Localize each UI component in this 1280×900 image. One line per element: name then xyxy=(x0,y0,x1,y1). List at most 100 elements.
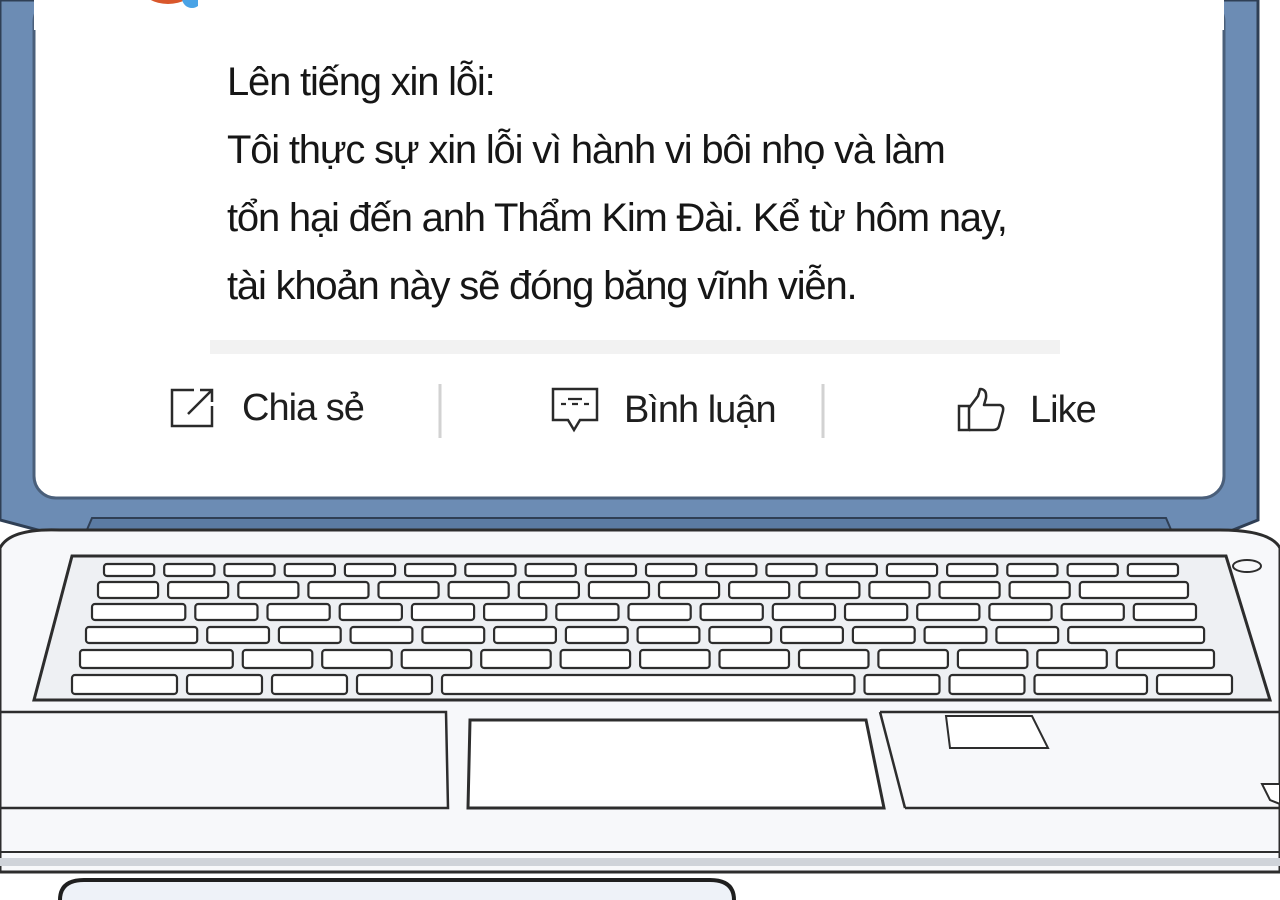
post-line: tổn hại đến anh Thẩm Kim Đài. Kể từ hôm … xyxy=(227,196,1008,240)
keyboard-key xyxy=(1155,673,1234,696)
keyboard-key xyxy=(1115,648,1216,670)
keyboard-key xyxy=(708,625,773,645)
comment-icon xyxy=(550,386,600,434)
verified-badge-icon xyxy=(182,0,198,8)
thumbs-up-icon xyxy=(956,386,1006,434)
keyboard-key xyxy=(705,562,758,578)
keyboard-key xyxy=(765,562,818,578)
keyboard-key xyxy=(798,580,861,600)
keyboard-key xyxy=(1132,602,1198,622)
keyboard-key xyxy=(727,580,791,600)
keyboard-key xyxy=(885,562,939,578)
keyboard-key xyxy=(627,602,692,622)
keyboard-key xyxy=(404,562,457,578)
keyboard-key xyxy=(483,602,548,622)
keyboard-key xyxy=(868,580,931,600)
keyboard-key xyxy=(421,625,486,645)
post-line: Tôi thực sự xin lỗi vì hành vi bôi nhọ v… xyxy=(227,128,946,172)
keyboard-key xyxy=(825,562,879,578)
post-line: Lên tiếng xin lỗi: xyxy=(227,60,496,104)
keyboard-key xyxy=(923,625,988,645)
keyboard-key xyxy=(638,648,711,670)
keyboard-key xyxy=(167,580,230,600)
keyboard-key xyxy=(270,673,349,696)
keyboard-key xyxy=(440,673,856,696)
keyboard-key xyxy=(90,602,187,622)
keyboard-key xyxy=(307,580,370,600)
next-panel-edge xyxy=(58,878,736,900)
keyboard-key xyxy=(584,562,638,578)
keyboard-key xyxy=(1060,602,1125,622)
keyboard-key xyxy=(163,562,216,578)
share-icon xyxy=(168,386,216,430)
keyboard-key xyxy=(699,602,764,622)
keyboard-key xyxy=(945,562,999,578)
keyboard-key xyxy=(1036,648,1108,670)
share-button[interactable]: Chia sẻ xyxy=(168,386,365,430)
keyboard-key xyxy=(355,673,434,696)
keyboard-key xyxy=(771,602,837,622)
keyboard-key xyxy=(1126,562,1180,578)
keyboard-key xyxy=(851,625,916,645)
keyboard-key xyxy=(185,673,264,696)
post-body: Lên tiếng xin lỗi: Tôi thực sự xin lỗi v… xyxy=(227,48,1127,320)
keyboard-key xyxy=(343,562,397,578)
keyboard-key xyxy=(70,673,179,696)
keyboard-key xyxy=(349,625,414,645)
keyboard-key xyxy=(877,648,950,670)
post-line: tài khoản này sẽ đóng băng vĩnh viễn. xyxy=(227,264,858,308)
comment-label: Bình luận xyxy=(624,388,777,431)
keyboard-key xyxy=(194,602,259,622)
avatar xyxy=(150,0,198,8)
keyboard-key xyxy=(237,580,300,600)
keyboard-key xyxy=(718,648,791,670)
keyboard-key xyxy=(480,648,552,670)
keyboard-key xyxy=(464,562,517,578)
keyboard-key xyxy=(1066,562,1119,578)
keyboard-key xyxy=(843,602,909,622)
keyboard-key xyxy=(524,562,577,578)
comment-button[interactable]: Bình luận xyxy=(550,386,777,434)
fingerprint-sensor xyxy=(944,715,1050,749)
keyboard-key xyxy=(223,562,276,578)
keyboard-key xyxy=(277,625,342,645)
keyboard-key xyxy=(863,673,941,696)
keyboard-key xyxy=(493,625,558,645)
like-label: Like xyxy=(1030,388,1097,431)
keyboard-key xyxy=(1008,580,1071,600)
keyboard-key xyxy=(410,602,476,622)
keyboard-key xyxy=(1067,625,1206,645)
keyboard-key xyxy=(559,648,632,670)
keyboard-key xyxy=(447,580,510,600)
keyboard-key xyxy=(657,580,721,600)
trackpad xyxy=(466,718,886,810)
keyboard-key xyxy=(241,648,314,670)
comic-panel: Lên tiếng xin lỗi: Tôi thực sự xin lỗi v… xyxy=(0,0,1280,900)
keyboard-key xyxy=(96,580,160,600)
keyboard-key xyxy=(377,580,440,600)
keyboard-key xyxy=(102,562,156,578)
keyboard-key xyxy=(338,602,404,622)
like-button[interactable]: Like xyxy=(956,386,1097,434)
keyboard-key xyxy=(948,673,1026,696)
keyboard-key xyxy=(988,602,1053,622)
keyboard-key xyxy=(1006,562,1059,578)
keyboard-key xyxy=(564,625,629,645)
keyboard-key xyxy=(779,625,844,645)
keyboard-key xyxy=(206,625,271,645)
keyboard-key xyxy=(1078,580,1190,600)
keyboard-key xyxy=(1033,673,1149,696)
keyboard-key xyxy=(321,648,393,670)
keyboard-key xyxy=(644,562,698,578)
keyboard-key xyxy=(555,602,620,622)
share-label: Chia sẻ xyxy=(242,386,365,429)
keyboard-key xyxy=(400,648,473,670)
keyboard-key xyxy=(636,625,701,645)
keyboard-key xyxy=(84,625,199,645)
keyboard-key xyxy=(995,625,1060,645)
keyboard-key xyxy=(797,648,870,670)
keyboard-key xyxy=(517,580,580,600)
keyboard-key xyxy=(283,562,337,578)
keyboard-key xyxy=(956,648,1029,670)
keyboard-key xyxy=(938,580,1001,600)
